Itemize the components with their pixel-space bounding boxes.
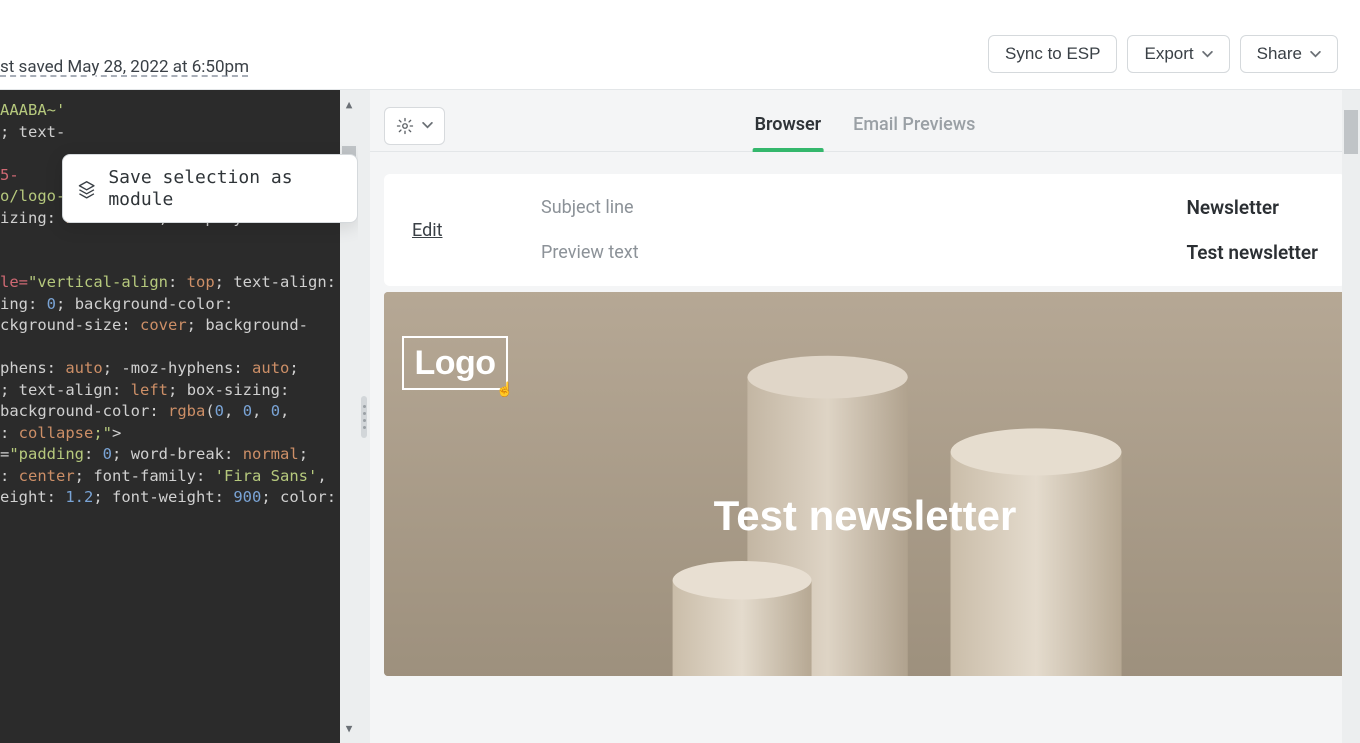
edit-subject-link[interactable]: Edit (412, 220, 527, 241)
hero-logo-text: Logo (414, 344, 495, 383)
tab-browser[interactable]: Browser (753, 114, 824, 151)
chevron-down-icon (1310, 51, 1321, 58)
sync-esp-label: Sync to ESP (1005, 44, 1100, 64)
cursor-icon: ☝ (496, 382, 513, 398)
chevron-down-icon (422, 122, 433, 129)
main-area: AAABA~' ; text- 5- o/logo-white.png" alt… (0, 90, 1360, 743)
preview-text-label: Preview text (541, 242, 1172, 263)
last-saved-label[interactable]: st saved May 28, 2022 at 6:50pm (0, 57, 249, 83)
chevron-down-icon (1202, 51, 1213, 58)
hero-logo-box[interactable]: Logo (402, 336, 508, 390)
tab-email-previews[interactable]: Email Previews (851, 114, 977, 151)
scroll-down-icon[interactable]: ▼ (346, 718, 353, 740)
preview-tabs: Browser Email Previews (753, 114, 978, 151)
preview-body: Subject line Newsletter Edit Preview tex… (370, 152, 1360, 743)
sync-esp-button[interactable]: Sync to ESP (988, 35, 1117, 73)
preview-settings-dropdown[interactable] (384, 107, 445, 145)
top-bar: st saved May 28, 2022 at 6:50pm Sync to … (0, 0, 1360, 90)
layers-icon (77, 178, 96, 200)
pane-splitter[interactable] (358, 90, 370, 743)
scroll-up-icon[interactable]: ▲ (346, 94, 353, 116)
subject-line-label: Subject line (541, 197, 1172, 218)
hero-background (384, 292, 1346, 676)
share-label: Share (1257, 44, 1302, 64)
save-selection-module-button[interactable]: Save selection as module (62, 154, 358, 223)
export-button[interactable]: Export (1127, 35, 1229, 73)
subject-card: Subject line Newsletter Edit Preview tex… (384, 174, 1346, 286)
preview-pane: Browser Email Previews Subject line News… (370, 90, 1360, 743)
hero-title: Test newsletter (384, 492, 1346, 540)
subject-line-value: Newsletter (1186, 196, 1318, 219)
preview-scrollbar[interactable] (1342, 90, 1360, 743)
scroll-thumb[interactable] (1344, 110, 1358, 154)
export-label: Export (1144, 44, 1193, 64)
code-editor[interactable]: AAABA~' ; text- 5- o/logo-white.png" alt… (0, 90, 358, 743)
preview-header: Browser Email Previews (370, 90, 1360, 152)
save-selection-module-label: Save selection as module (108, 167, 337, 210)
email-hero: Logo ☝ Test newsletter (384, 292, 1346, 676)
gear-icon (396, 117, 414, 135)
share-button[interactable]: Share (1240, 35, 1338, 73)
preview-text-value: Test newsletter (1186, 241, 1318, 264)
